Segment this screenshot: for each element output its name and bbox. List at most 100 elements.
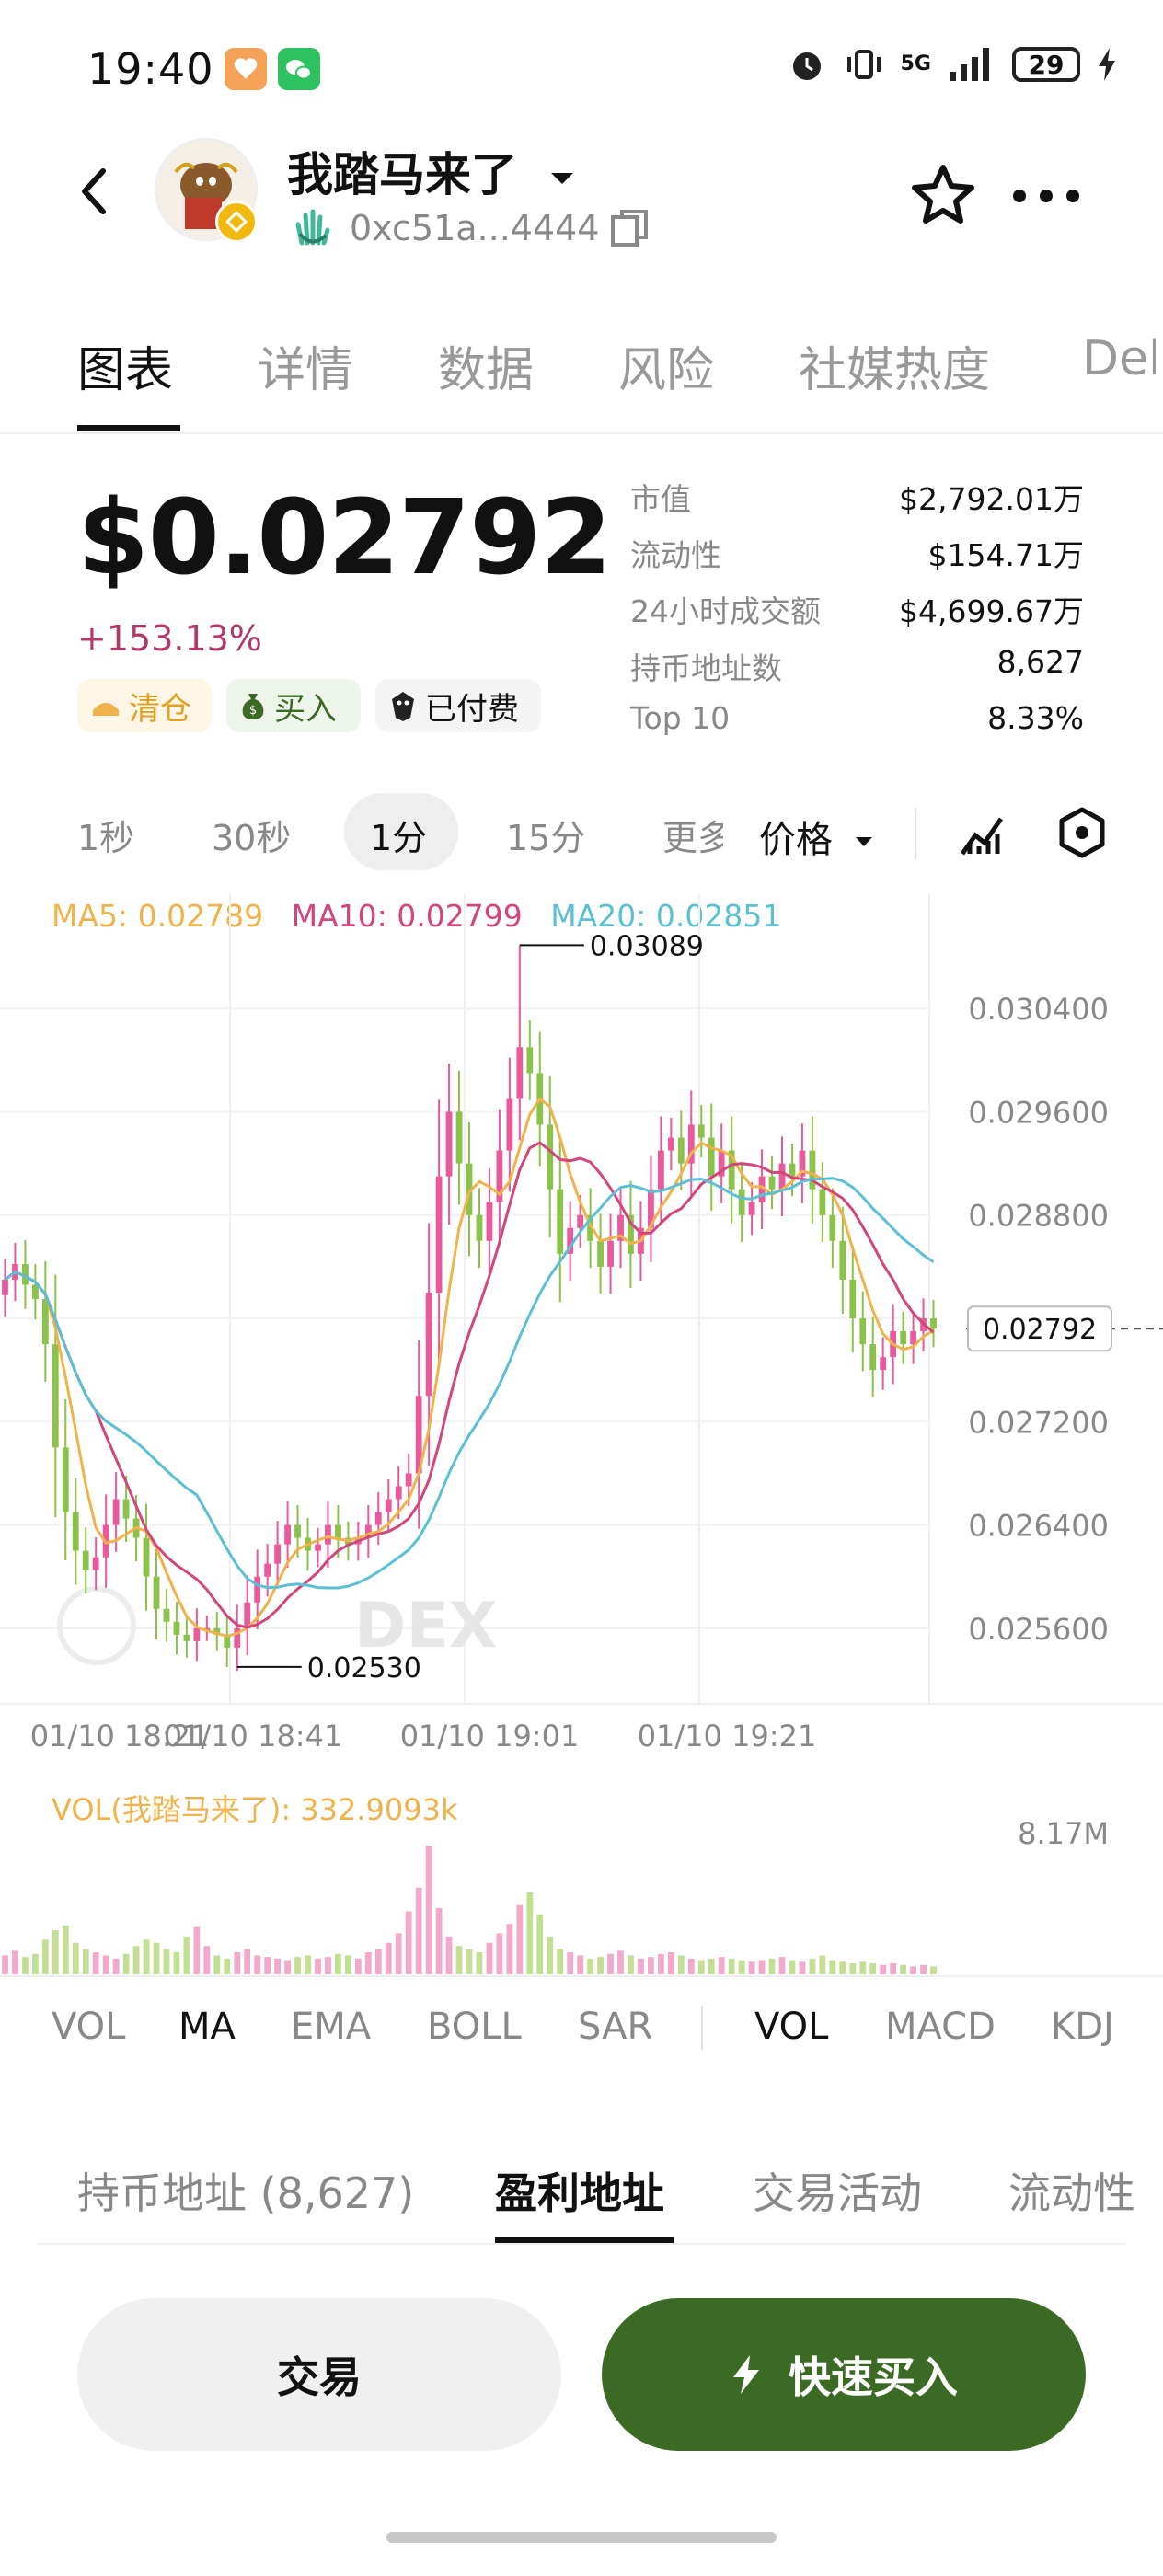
volume-bar <box>213 1955 221 1974</box>
tab-trade-activity[interactable]: 交易活动 <box>753 2160 922 2221</box>
volume-bar <box>819 1955 826 1974</box>
tab-chart[interactable]: 图表 <box>77 331 173 400</box>
y-tick-label: 0.026400 <box>968 1509 1109 1544</box>
charging-icon <box>1099 48 1115 81</box>
indicator-vol[interactable]: VOL <box>52 2006 125 2048</box>
candle-body <box>62 1447 69 1512</box>
volume-bar <box>354 1958 362 1974</box>
timeframe-1s[interactable]: 1秒 <box>77 810 134 860</box>
volume-bar <box>697 1960 705 1974</box>
back-button[interactable] <box>72 164 118 219</box>
more-options-icon[interactable] <box>1010 186 1082 210</box>
x-tick-label: 01/10 19:01 <box>400 1719 580 1754</box>
tab-social[interactable]: 社媒热度 <box>799 331 990 400</box>
network-type: 5G <box>900 52 931 75</box>
hand-wave-icon <box>293 206 333 252</box>
y-tick-label: 0.027200 <box>968 1405 1109 1440</box>
candle-body <box>859 1318 867 1345</box>
candle-body <box>153 1576 160 1609</box>
watermark-icon <box>57 1586 136 1665</box>
timeframe-1m[interactable]: 1分 <box>370 810 427 860</box>
indicator-kdj[interactable]: KDJ <box>1051 2006 1114 2048</box>
volume-bar <box>607 1953 614 1974</box>
wechat-icon <box>278 48 320 90</box>
chart-settings-icon[interactable] <box>1056 806 1108 863</box>
divider <box>37 2243 1126 2245</box>
price-chart[interactable]: 0.0304000.0296000.0288000.0280000.027200… <box>0 894 1163 1998</box>
volume-bar <box>638 1958 644 1974</box>
timeframe-15m[interactable]: 15分 <box>506 810 585 860</box>
copy-icon[interactable] <box>609 208 650 252</box>
indicator-ma[interactable]: MA <box>178 2006 236 2048</box>
volume-bar <box>567 1952 574 1974</box>
candle-body <box>455 1111 463 1164</box>
tab-details[interactable]: 详情 <box>258 331 353 400</box>
candle-body <box>254 1576 261 1603</box>
candle-body <box>52 1344 59 1448</box>
volume-bar <box>244 1949 251 1974</box>
tab-defi[interactable]: Del <box>1082 331 1156 386</box>
tab-risk[interactable]: 风险 <box>618 331 714 400</box>
candle-body <box>738 1189 745 1215</box>
volume-bar <box>557 1949 564 1974</box>
candle-body <box>557 1189 564 1254</box>
candle-body <box>789 1163 796 1177</box>
quick-buy-button[interactable]: 快速买入 <box>602 2298 1086 2451</box>
toolbar-divider <box>915 808 916 859</box>
candle-body <box>819 1189 826 1215</box>
timeframe-more[interactable]: 更多 <box>662 810 723 860</box>
candle-body <box>435 1176 443 1293</box>
candle-body <box>778 1163 786 1190</box>
volume-bar <box>617 1950 624 1974</box>
volume-bar <box>132 1946 140 1974</box>
tab-liquidity[interactable]: 流动性 <box>1008 2160 1135 2221</box>
volume-bar <box>687 1958 695 1974</box>
volume-bar <box>657 1953 664 1974</box>
candle-body <box>173 1621 180 1635</box>
volume-bar <box>445 1936 453 1974</box>
tab-profit-addresses[interactable]: 盈利地址 <box>495 2160 664 2221</box>
paid-pill[interactable]: 已付费 <box>375 679 541 732</box>
indicator-sar[interactable]: SAR <box>578 2006 652 2048</box>
token-name[interactable]: 我踏马来了 <box>287 138 575 204</box>
candle-body <box>697 1124 705 1138</box>
volume-bar <box>82 1949 89 1974</box>
candle-body <box>597 1240 604 1267</box>
volume-bar <box>869 1963 877 1974</box>
trade-button[interactable]: 交易 <box>77 2298 561 2451</box>
volume-bar <box>173 1952 180 1974</box>
volume-bar <box>859 1961 867 1974</box>
timeframe-30s[interactable]: 30秒 <box>212 810 291 860</box>
indicator-tool-icon[interactable] <box>959 810 1007 861</box>
candle-body <box>112 1499 120 1525</box>
stat-value-holders: 8,627 <box>996 644 1084 680</box>
chart-mode-select[interactable]: 价格 <box>759 810 874 863</box>
volume-bar <box>315 1958 321 1974</box>
volume-bar <box>789 1960 796 1974</box>
indicator-macd[interactable]: MACD <box>885 2006 996 2048</box>
favorite-star-icon[interactable] <box>911 164 975 228</box>
volume-bar <box>506 1924 513 1974</box>
candle-body <box>657 1150 664 1190</box>
indicator-boll[interactable]: BOLL <box>427 2006 522 2048</box>
tab-data[interactable]: 数据 <box>438 331 534 400</box>
indicator-ema[interactable]: EMA <box>291 2006 371 2048</box>
buy-pill[interactable]: $ 买入 <box>226 679 361 732</box>
volume-bar <box>62 1925 69 1974</box>
indicator-sub-vol[interactable]: VOL <box>754 2006 828 2048</box>
candle-body <box>385 1499 392 1512</box>
indicator-divider <box>701 2006 703 2050</box>
sell-all-pill[interactable]: 清仓 <box>77 679 212 732</box>
volume-bar <box>597 1957 604 1974</box>
volume-bar <box>547 1936 554 1974</box>
tab-holders[interactable]: 持币地址 (8,627) <box>77 2160 414 2221</box>
y-tick-label: 0.025600 <box>968 1612 1109 1647</box>
volume-bar <box>758 1960 766 1974</box>
volume-bar <box>143 1939 150 1974</box>
volume-bar <box>768 1958 776 1974</box>
volume-bar <box>718 1957 725 1974</box>
volume-bar <box>809 1958 816 1974</box>
candle-body <box>900 1331 907 1345</box>
candle-body <box>768 1176 776 1190</box>
candle-body <box>516 1047 524 1099</box>
